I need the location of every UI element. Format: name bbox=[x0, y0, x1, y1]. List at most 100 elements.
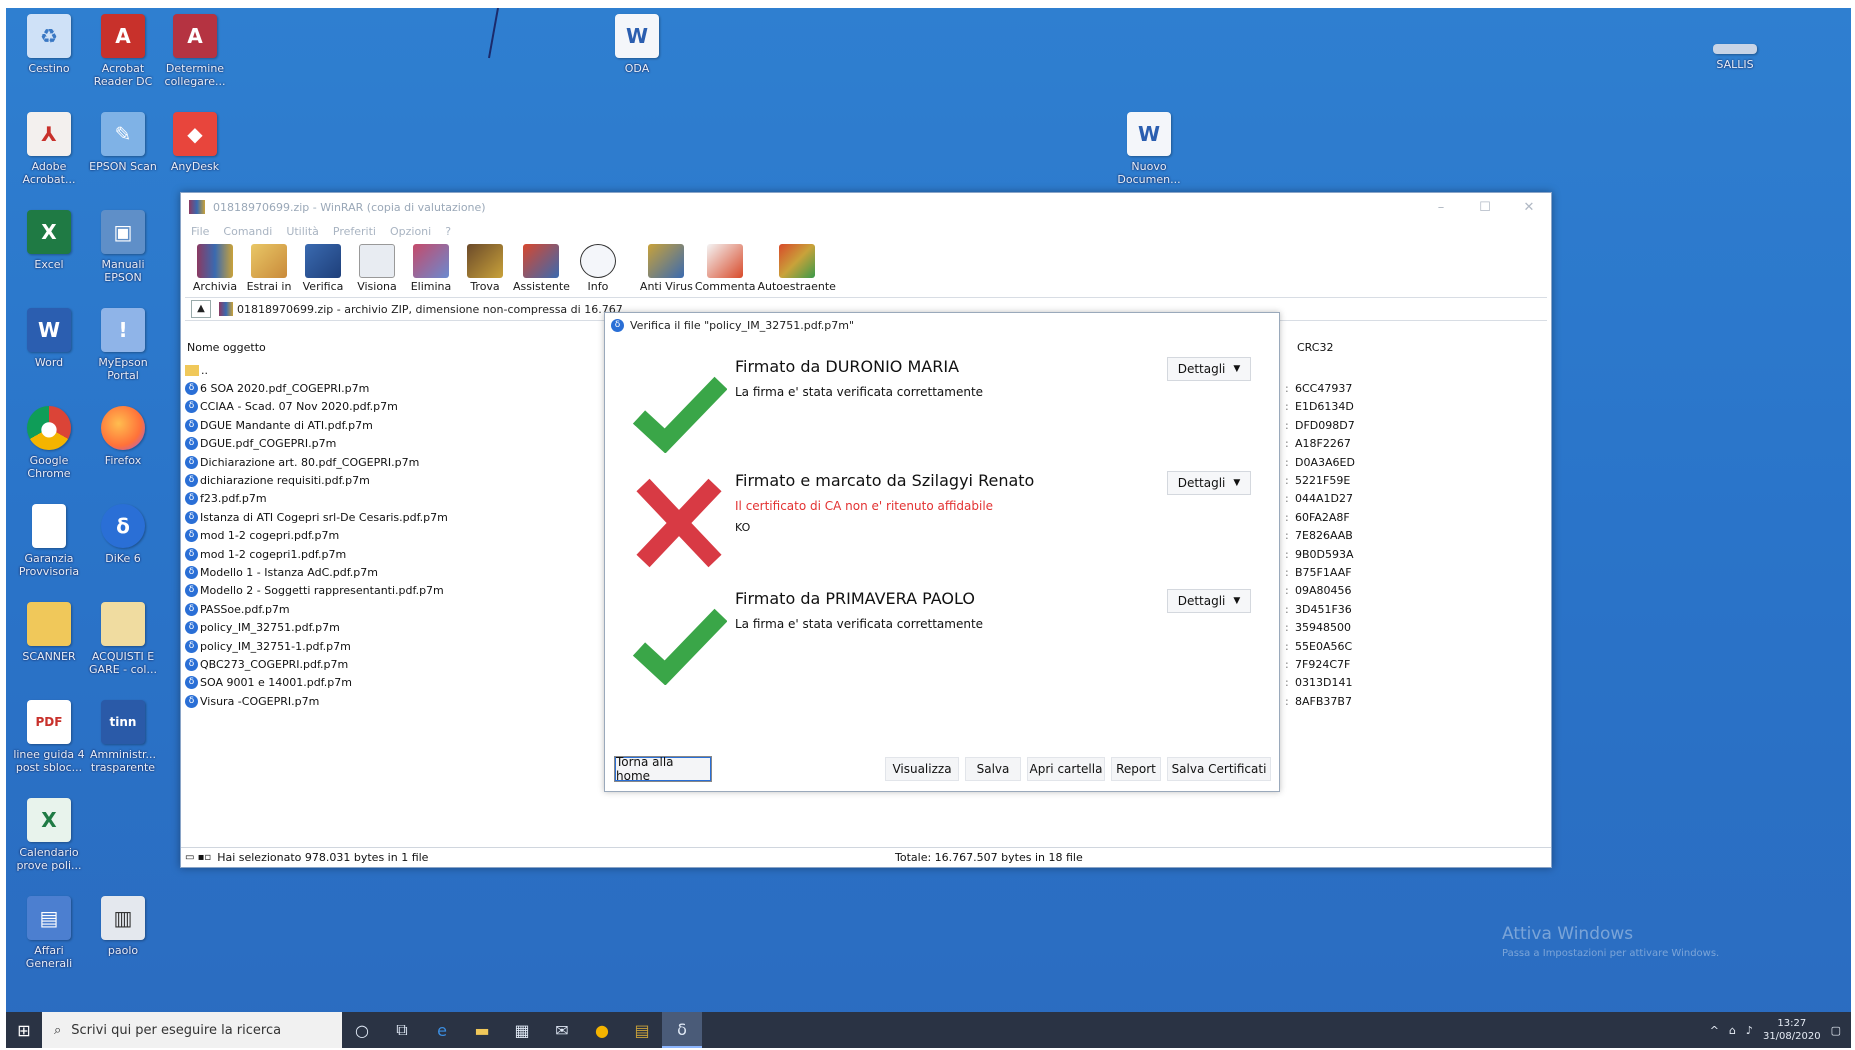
save-certificates-button[interactable]: Salva Certificati bbox=[1167, 757, 1271, 781]
details-button[interactable]: Dettagli ▼ bbox=[1167, 471, 1251, 495]
taskbar-winrar[interactable]: ▤ bbox=[622, 1012, 662, 1048]
menu-opzioni[interactable]: Opzioni bbox=[390, 225, 431, 238]
taskbar-dike[interactable]: δ bbox=[662, 1012, 702, 1048]
view-button[interactable]: Visualizza bbox=[885, 757, 959, 781]
details-button[interactable]: Dettagli ▼ bbox=[1167, 357, 1251, 381]
report-button[interactable]: Report bbox=[1111, 757, 1161, 781]
desktop-icon-garanzia[interactable]: Garanzia Provvisoria bbox=[10, 504, 88, 578]
desktop-icon-oda[interactable]: W ODA bbox=[598, 14, 676, 75]
file-row[interactable]: δ Visura -COGEPRI.p7m bbox=[185, 692, 615, 710]
desktop-icon-acquisti[interactable]: ACQUISTI E GARE - col... bbox=[84, 602, 162, 676]
clock[interactable]: 13:27 31/08/2020 bbox=[1763, 1017, 1821, 1043]
desktop-icon-scanner[interactable]: SCANNER bbox=[10, 602, 88, 663]
desktop-icon-nuovo-documento[interactable]: W Nuovo Documen... bbox=[1110, 112, 1188, 186]
file-row[interactable]: δ policy_IM_32751-1.pdf.p7m bbox=[185, 637, 615, 655]
close-icon[interactable]: ✕ bbox=[1507, 200, 1551, 215]
taskbar-chrome[interactable]: ● bbox=[582, 1012, 622, 1048]
desktop-icon-epson-scan[interactable]: ✎ EPSON Scan bbox=[84, 112, 162, 173]
taskbar-explorer[interactable]: ▬ bbox=[462, 1012, 502, 1048]
visiona-button[interactable]: Visiona bbox=[351, 244, 403, 293]
taskbar-search[interactable]: ⌕ Scrivi qui per eseguire la ricerca bbox=[42, 1012, 342, 1048]
menu-bar: File Comandi Utilità Preferiti Opzioni ? bbox=[181, 221, 1551, 241]
desktop-icon-determine[interactable]: A Determine collegare... bbox=[156, 14, 234, 88]
menu-preferiti[interactable]: Preferiti bbox=[333, 225, 376, 238]
title-bar: 01818970699.zip - WinRAR (copia di valut… bbox=[181, 193, 1551, 221]
up-folder-button[interactable]: ▲ bbox=[191, 300, 211, 318]
taskbar-store[interactable]: ▦ bbox=[502, 1012, 542, 1048]
signature-entry: Firmato e marcato da Szilagyi Renato Il … bbox=[605, 471, 1279, 571]
desktop-icon-linee-guida[interactable]: PDF linee guida 4 post sbloc... bbox=[10, 700, 88, 774]
file-row[interactable]: δ Istanza di ATI Cogepri srl-De Cesaris.p… bbox=[185, 508, 615, 526]
desktop-icon-adobe-acrobat[interactable]: ⅄ Adobe Acrobat... bbox=[10, 112, 88, 186]
desktop-icon-amministrazione[interactable]: tinn Amministr... trasparente bbox=[84, 700, 162, 774]
desktop-icon-dike[interactable]: δ DiKe 6 bbox=[84, 504, 162, 565]
info-button[interactable]: Info bbox=[572, 244, 624, 293]
file-row[interactable]: δ mod 1-2 cogepri1.pdf.p7m bbox=[185, 545, 615, 563]
menu-comandi[interactable]: Comandi bbox=[223, 225, 272, 238]
elimina-button[interactable]: Elimina bbox=[405, 244, 457, 293]
maximize-icon[interactable]: ☐ bbox=[1463, 200, 1507, 215]
file-row[interactable]: δ Modello 1 - Istanza AdC.pdf.p7m bbox=[185, 563, 615, 581]
file-row[interactable]: δ CCIAA - Scad. 07 Nov 2020.pdf.p7m bbox=[185, 398, 615, 416]
start-button[interactable]: ⊞ bbox=[6, 1012, 42, 1048]
desktop-icon-word[interactable]: W Word bbox=[10, 308, 88, 369]
crc-cell: DFD098D7 bbox=[1295, 416, 1415, 434]
verifica-button[interactable]: Verifica bbox=[297, 244, 349, 293]
desktop-icon-cestino[interactable]: ♻ Cestino bbox=[10, 14, 88, 75]
desktop-icon-chrome[interactable]: ● Google Chrome bbox=[10, 406, 88, 480]
desktop-icon-acrobat-reader[interactable]: A Acrobat Reader DC bbox=[84, 14, 162, 88]
desktop-icon-firefox[interactable]: Firefox bbox=[84, 406, 162, 467]
file-row[interactable]: δ f23.pdf.p7m bbox=[185, 490, 615, 508]
desktop-icon-sallis[interactable]: SALLIS bbox=[1696, 44, 1774, 71]
commenta-button[interactable]: Commenta bbox=[695, 244, 756, 293]
network-icon[interactable]: ⌂ bbox=[1729, 1024, 1736, 1037]
desktop-icon-calendario[interactable]: X Calendario prove poli... bbox=[10, 798, 88, 872]
volume-icon[interactable]: ♪ bbox=[1746, 1024, 1753, 1037]
file-row[interactable]: δ policy_IM_32751.pdf.p7m bbox=[185, 618, 615, 636]
estrai-in-button[interactable]: Estrai in bbox=[243, 244, 295, 293]
caret-down-icon: ▼ bbox=[1233, 364, 1241, 374]
column-header-crc32[interactable]: CRC32 bbox=[1295, 341, 1415, 361]
file-row[interactable]: δ DGUE.pdf_COGEPRI.p7m bbox=[185, 435, 615, 453]
minimize-icon[interactable]: – bbox=[1419, 200, 1463, 215]
save-button[interactable]: Salva bbox=[965, 757, 1021, 781]
menu-help[interactable]: ? bbox=[445, 225, 451, 238]
details-button[interactable]: Dettagli ▼ bbox=[1167, 589, 1251, 613]
home-button[interactable]: Torna alla home bbox=[614, 755, 712, 783]
menu-file[interactable]: File bbox=[191, 225, 209, 238]
assistente-button[interactable]: Assistente bbox=[513, 244, 570, 293]
file-row[interactable]: δ PASSoe.pdf.p7m bbox=[185, 600, 615, 618]
file-row[interactable]: δ dichiarazione requisiti.pdf.p7m bbox=[185, 471, 615, 489]
dialog-footer: Torna alla home Visualizza Salva Apri ca… bbox=[614, 755, 1271, 783]
notifications-icon[interactable]: ▢ bbox=[1831, 1024, 1841, 1037]
file-row[interactable]: δ6 SOA 2020.pdf_COGEPRI.p7m bbox=[185, 379, 615, 397]
desktop-icon-anydesk[interactable]: ◆ AnyDesk bbox=[156, 112, 234, 173]
desktop-icon-excel[interactable]: X Excel bbox=[10, 210, 88, 271]
sallis-icon bbox=[1713, 44, 1757, 54]
archivia-button[interactable]: Archivia bbox=[189, 244, 241, 293]
anti-virus-button[interactable]: Anti Virus bbox=[640, 244, 693, 293]
file-row[interactable]: δ Modello 2 - Soggetti rappresentanti.pdf… bbox=[185, 582, 615, 600]
cortana-button[interactable]: ○ bbox=[342, 1012, 382, 1048]
taskbar-mail[interactable]: ✉ bbox=[542, 1012, 582, 1048]
taskbar-edge[interactable]: e bbox=[422, 1012, 462, 1048]
wizard-icon bbox=[523, 244, 560, 278]
autoestraente-button[interactable]: Autoestraente bbox=[758, 244, 836, 293]
desktop-icon-manuali-epson[interactable]: ▣ Manuali EPSON bbox=[84, 210, 162, 284]
parent-folder-row[interactable]: .. bbox=[185, 361, 615, 379]
open-folder-button[interactable]: Apri cartella bbox=[1027, 757, 1105, 781]
column-header-name[interactable]: Nome oggetto bbox=[185, 341, 615, 361]
file-row[interactable]: δ SOA 9001 e 14001.pdf.p7m bbox=[185, 674, 615, 692]
desktop-icon-paolo[interactable]: ▥ paolo bbox=[84, 896, 162, 957]
task-view-button[interactable]: ⧉ bbox=[382, 1012, 422, 1048]
menu-utilita[interactable]: Utilità bbox=[286, 225, 319, 238]
dike-file-icon: δ bbox=[185, 565, 198, 579]
desktop-icon-affari-generali[interactable]: ▤ Affari Generali bbox=[10, 896, 88, 970]
file-row[interactable]: δ QBC273_COGEPRI.pdf.p7m bbox=[185, 655, 615, 673]
trova-button[interactable]: Trova bbox=[459, 244, 511, 293]
chevron-up-icon[interactable]: ^ bbox=[1710, 1024, 1719, 1037]
desktop-icon-myepson[interactable]: ! MyEpson Portal bbox=[84, 308, 162, 382]
file-row[interactable]: δ DGUE Mandante di ATI.pdf.p7m bbox=[185, 416, 615, 434]
file-row[interactable]: δ Dichiarazione art. 80.pdf_COGEPRI.p7m bbox=[185, 453, 615, 471]
file-row[interactable]: δ mod 1-2 cogepri.pdf.p7m bbox=[185, 527, 615, 545]
